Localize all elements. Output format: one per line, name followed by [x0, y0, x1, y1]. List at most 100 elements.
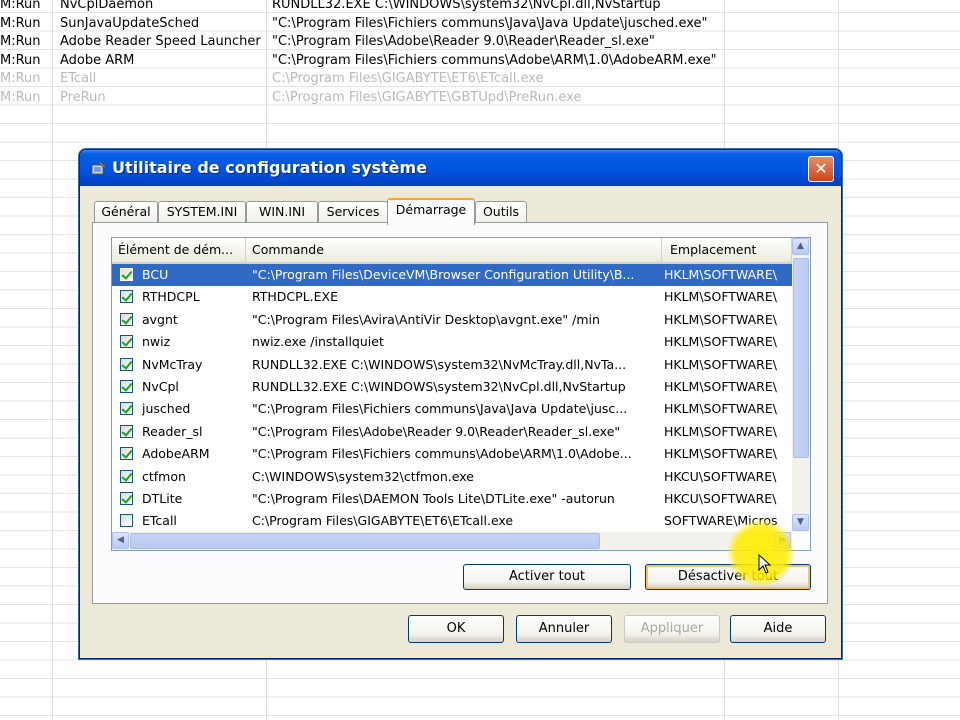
- sheet-column-divider: [52, 0, 53, 720]
- startup-item-name: jusched: [142, 401, 191, 417]
- tab-services[interactable]: Services: [318, 201, 388, 223]
- startup-item-name: NvCpl: [142, 379, 179, 394]
- sheet-cell: "C:\Program Files\Fichiers communs\Java\…: [272, 15, 708, 31]
- startup-item-name: avgnt: [142, 311, 178, 327]
- startup-item-name: RTHDCPL: [142, 289, 200, 305]
- startup-item-name: ctfmon: [142, 468, 186, 484]
- close-button[interactable]: ✕: [808, 156, 834, 182]
- apply-button[interactable]: Appliquer: [624, 615, 720, 643]
- startup-item-row[interactable]: BCU "C:\Program Files\DeviceVM\Browser Co…: [112, 264, 792, 287]
- startup-item-command: "C:\Program Files\Avira\AntiVir Desktop\…: [252, 311, 600, 327]
- chevron-down-icon: ▼: [797, 517, 804, 527]
- startup-item-location: HKLM\SOFTWARE\: [664, 379, 777, 394]
- startup-item-location: HKLM\SOFTWARE\: [664, 356, 777, 372]
- system-config-dialog: Utilitaire de configuration système ✕ Gé…: [79, 149, 842, 659]
- sheet-cell: M:Run: [0, 89, 41, 105]
- sheet-cell: NvCplDaemon: [60, 0, 154, 12]
- vertical-scroll-thumb[interactable]: [793, 258, 809, 458]
- scroll-up-button[interactable]: ▲: [792, 238, 809, 255]
- scroll-left-button[interactable]: ◀: [112, 532, 129, 549]
- startup-item-command: "C:\Program Files\Adobe\Reader 9.0\Reade…: [252, 423, 621, 439]
- horizontal-scrollbar[interactable]: ◀ ▶: [112, 532, 792, 550]
- startup-item-command: C:\WINDOWS\system32\ctfmon.exe: [252, 468, 474, 484]
- sheet-cell: M:Run: [0, 71, 41, 86]
- column-header-location[interactable]: Emplacement: [662, 238, 792, 262]
- cursor-highlight: [728, 520, 794, 586]
- msconfig-icon: [91, 160, 107, 175]
- chevron-left-icon: ◀: [117, 535, 124, 545]
- startup-item-checkbox[interactable]: [120, 312, 133, 326]
- startup-item-checkbox[interactable]: [120, 380, 133, 393]
- startup-item-row[interactable]: ETcall C:\Program Files\GIGABYTE\ET6\ETca…: [112, 510, 792, 532]
- startup-item-checkbox[interactable]: [120, 424, 133, 438]
- startup-item-row[interactable]: jusched "C:\Program Files\Fichiers commun…: [112, 398, 792, 420]
- startup-item-checkbox[interactable]: [120, 469, 133, 483]
- startup-item-name: AdobeARM: [142, 446, 210, 462]
- startup-item-location: HKLM\SOFTWARE\: [664, 423, 777, 439]
- column-header-command[interactable]: Commande: [246, 238, 662, 262]
- startup-item-checkbox[interactable]: [120, 447, 133, 461]
- startup-item-name: DTLite: [142, 491, 183, 506]
- startup-item-checkbox[interactable]: [120, 268, 133, 281]
- tab-outils[interactable]: Outils: [475, 201, 527, 223]
- startup-item-location: HKLM\SOFTWARE\: [664, 311, 777, 327]
- tab-win-ini[interactable]: WIN.INI: [246, 201, 318, 223]
- tab-demarrage[interactable]: Démarrage: [387, 198, 475, 225]
- startup-item-row[interactable]: avgnt "C:\Program Files\Avira\AntiVir Des…: [112, 309, 792, 331]
- column-header-element[interactable]: Élément de dém...: [112, 238, 246, 262]
- title-bar[interactable]: Utilitaire de configuration système ✕: [80, 150, 841, 186]
- startup-item-name: Reader_sl: [142, 423, 203, 439]
- startup-item-command: RTHDCPL.EXE: [252, 289, 338, 305]
- startup-item-location: HKLM\SOFTWARE\: [664, 267, 777, 282]
- startup-item-row[interactable]: DTLite "C:\Program Files\DAEMON Tools Lit…: [112, 488, 792, 510]
- tab-system-ini[interactable]: SYSTEM.INI: [158, 201, 246, 223]
- startup-item-row[interactable]: RTHDCPL RTHDCPL.EXE HKLM\SOFTWARE\: [112, 286, 792, 308]
- sheet-cell: ETcall: [60, 71, 97, 86]
- startup-item-checkbox[interactable]: [120, 514, 133, 528]
- startup-item-name: NvMcTray: [142, 356, 203, 372]
- scroll-down-button[interactable]: ▼: [792, 514, 809, 531]
- sheet-cell: M:Run: [0, 52, 41, 68]
- startup-item-command: "C:\Program Files\Fichiers communs\Adobe…: [252, 446, 632, 462]
- sheet-cell: RUNDLL32.EXE C:\WINDOWS\system32\NvCpl.d…: [272, 0, 661, 12]
- startup-item-location: HKCU\SOFTWARE\: [664, 491, 777, 506]
- startup-item-command: RUNDLL32.EXE C:\WINDOWS\system32\NvCpl.d…: [252, 379, 626, 394]
- sheet-cell: M:Run: [0, 15, 41, 31]
- startup-item-row[interactable]: NvCpl RUNDLL32.EXE C:\WINDOWS\system32\Nv…: [112, 376, 792, 398]
- startup-item-command: RUNDLL32.EXE C:\WINDOWS\system32\NvMcTra…: [252, 356, 627, 372]
- startup-item-checkbox[interactable]: [120, 402, 133, 416]
- startup-item-name: ETcall: [142, 513, 177, 529]
- help-button[interactable]: Aide: [730, 615, 826, 643]
- sheet-cell: SunJavaUpdateSched: [60, 15, 200, 31]
- startup-item-location: HKLM\SOFTWARE\: [664, 289, 777, 305]
- startup-item-row[interactable]: nwiz nwiz.exe /installquiet HKLM\SOFTWARE\: [112, 331, 792, 353]
- startup-item-location: HKLM\SOFTWARE\: [664, 334, 777, 350]
- startup-item-command: C:\Program Files\GIGABYTE\ET6\ETcall.exe: [252, 513, 514, 529]
- startup-item-row[interactable]: NvMcTray RUNDLL32.EXE C:\WINDOWS\system32…: [112, 354, 792, 376]
- sheet-cell: Adobe ARM: [60, 52, 135, 68]
- list-body: BCU "C:\Program Files\DeviceVM\Browser Co…: [112, 264, 792, 532]
- ok-button[interactable]: OK: [408, 615, 504, 643]
- startup-item-row[interactable]: Reader_sl "C:\Program Files\Adobe\Reader …: [112, 421, 792, 443]
- tab-general[interactable]: Général: [94, 201, 158, 223]
- startup-item-checkbox[interactable]: [120, 357, 133, 371]
- dialog-title: Utilitaire de configuration système: [112, 158, 428, 177]
- startup-item-checkbox[interactable]: [120, 492, 133, 505]
- startup-item-checkbox[interactable]: [120, 290, 133, 304]
- startup-item-checkbox[interactable]: [120, 335, 133, 349]
- sheet-cell: "C:\Program Files\Adobe\Reader 9.0\Reade…: [272, 34, 655, 49]
- sheet-cell: PreRun: [60, 89, 106, 105]
- startup-item-row[interactable]: ctfmon C:\WINDOWS\system32\ctfmon.exe HKCU…: [112, 466, 792, 488]
- startup-item-location: HKLM\SOFTWARE\: [664, 401, 777, 417]
- sheet-cell: C:\Program Files\GIGABYTE\GBTUpd\PreRun.…: [272, 89, 582, 105]
- horizontal-scroll-thumb[interactable]: [130, 533, 600, 549]
- chevron-up-icon: ▲: [797, 241, 804, 251]
- list-header: Élément de dém... Commande Emplacement: [112, 238, 792, 264]
- startup-item-name: nwiz: [142, 334, 171, 350]
- cancel-button[interactable]: Annuler: [516, 615, 612, 643]
- startup-list[interactable]: Élément de dém... Commande Emplacement B…: [111, 237, 811, 551]
- enable-all-button[interactable]: Activer tout: [463, 564, 631, 590]
- sheet-cell: M:Run: [0, 0, 41, 12]
- startup-item-row[interactable]: AdobeARM "C:\Program Files\Fichiers commu…: [112, 443, 792, 465]
- vertical-scrollbar[interactable]: ▲ ▼: [792, 238, 810, 532]
